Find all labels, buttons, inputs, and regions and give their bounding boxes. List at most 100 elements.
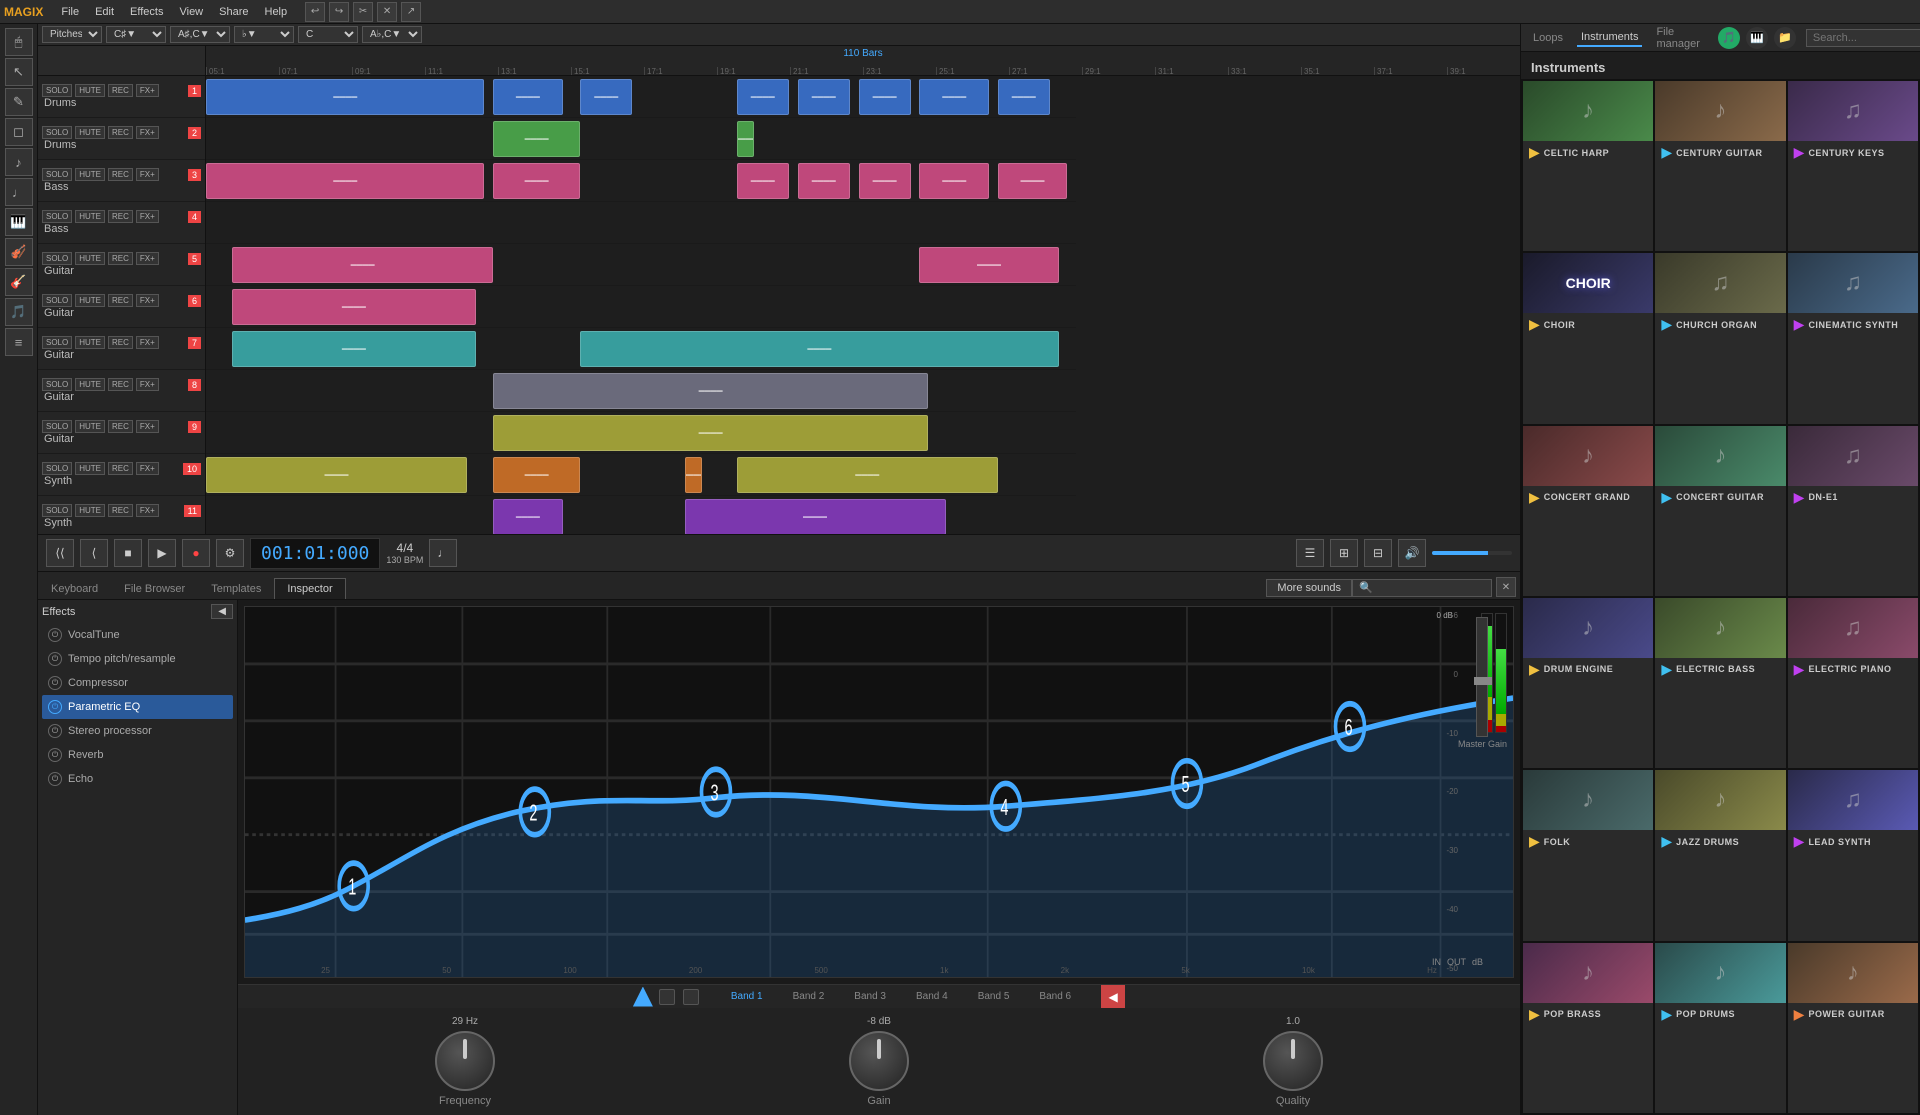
tool-midi[interactable]: ≡ — [5, 328, 33, 356]
tab-file-manager[interactable]: File manager — [1652, 24, 1703, 52]
track-fx+-btn[interactable]: FX+ — [136, 504, 159, 517]
track-fx+-btn[interactable]: FX+ — [136, 462, 159, 475]
track-fx+-btn[interactable]: FX+ — [136, 294, 159, 307]
track-clip-2-0[interactable]: ▬▬▬▬ — [493, 121, 580, 157]
track-clip-6-0[interactable]: ▬▬▬▬ — [232, 289, 476, 325]
track-hute-btn[interactable]: HUTE — [75, 336, 105, 349]
track-clip-1-1[interactable]: ▬▬▬▬ — [493, 79, 563, 115]
menu-file[interactable]: File — [53, 4, 87, 20]
track-solo-btn[interactable]: SOLO — [42, 336, 72, 349]
eq-shape-btn[interactable] — [633, 987, 653, 1007]
menu-help[interactable]: Help — [257, 4, 296, 20]
track-fx+-btn[interactable]: FX+ — [136, 126, 159, 139]
instruments-icon[interactable]: 🎹 — [1746, 27, 1768, 49]
track-hute-btn[interactable]: HUTE — [75, 378, 105, 391]
bottom-search-input[interactable] — [1352, 579, 1492, 597]
track-rec-btn[interactable]: REC — [108, 378, 133, 391]
track-fx+-btn[interactable]: FX+ — [136, 84, 159, 97]
fx-power-icon[interactable]: ⏻ — [48, 724, 62, 738]
track-clip-7-1[interactable]: ▬▬▬▬ — [580, 331, 1059, 367]
band2-label[interactable]: Band 2 — [793, 991, 825, 1002]
tab-loops[interactable]: Loops — [1529, 30, 1567, 46]
instrument-card-electric-piano[interactable]: ♫▶ELECTRIC PIANO — [1788, 598, 1918, 768]
track-solo-btn[interactable]: SOLO — [42, 504, 72, 517]
track-fx+-btn[interactable]: FX+ — [136, 168, 159, 181]
quality-knob[interactable] — [1263, 1031, 1323, 1091]
tool-guitar[interactable]: ♪ — [5, 148, 33, 176]
track-clip-3-3[interactable]: ▬▬▬▬ — [798, 163, 850, 199]
track-clip-1-2[interactable]: ▬▬▬▬ — [580, 79, 632, 115]
track-row-11[interactable]: ▬▬▬▬ ▬▬▬▬ — [206, 496, 1076, 534]
track-rec-btn[interactable]: REC — [108, 294, 133, 307]
btn-play[interactable]: ▶ — [148, 539, 176, 567]
track-clip-3-2[interactable]: ▬▬▬▬ — [737, 163, 789, 199]
track-hute-btn[interactable]: HUTE — [75, 168, 105, 181]
tab-instruments[interactable]: Instruments — [1577, 29, 1642, 47]
eq-reset-btn[interactable]: ◀ — [1101, 985, 1125, 1009]
track-row-1[interactable]: ▬▬▬▬▬▬▬▬▬▬▬▬▬▬▬▬▬▬▬▬▬▬▬▬▬▬▬▬▬▬▬▬ — [206, 76, 1076, 118]
track-rec-btn[interactable]: REC — [108, 336, 133, 349]
instrument-card-celtic-harp[interactable]: ♪▶CELTIC HARP — [1523, 81, 1653, 251]
fx-item-stereo-processor[interactable]: ⏻Stereo processor — [42, 719, 233, 743]
track-clip-11-1[interactable]: ▬▬▬▬ — [685, 499, 946, 535]
tool-erase[interactable]: ◻ — [5, 118, 33, 146]
track-solo-btn[interactable]: SOLO — [42, 84, 72, 97]
frequency-knob[interactable] — [435, 1031, 495, 1091]
track-clip-1-6[interactable]: ▬▬▬▬ — [919, 79, 989, 115]
master-gain-track[interactable] — [1476, 617, 1488, 737]
file-manager-icon[interactable]: 📁 — [1774, 27, 1796, 49]
tool-keys[interactable]: 🎹 — [5, 208, 33, 236]
right-search-input[interactable] — [1806, 29, 1920, 47]
key4-select[interactable]: A♭,C▼ — [362, 26, 422, 43]
toolbar-icon-undo[interactable]: ↩ — [305, 2, 325, 22]
track-clip-11-0[interactable]: ▬▬▬▬ — [493, 499, 563, 535]
tool-cursor[interactable]: ↖ — [5, 58, 33, 86]
instrument-card-drum-engine[interactable]: ♪▶DRUM ENGINE — [1523, 598, 1653, 768]
track-hute-btn[interactable]: HUTE — [75, 462, 105, 475]
toolbar-icon-redo[interactable]: ↪ — [329, 2, 349, 22]
track-solo-btn[interactable]: SOLO — [42, 294, 72, 307]
loops-icon[interactable]: 🎵 — [1718, 27, 1740, 49]
tab-keyboard[interactable]: Keyboard — [38, 578, 111, 599]
track-clip-3-5[interactable]: ▬▬▬▬ — [919, 163, 989, 199]
more-sounds-button[interactable]: More sounds — [1266, 579, 1352, 597]
fx-power-icon[interactable]: ⏻ — [48, 700, 62, 714]
track-clip-10-0[interactable]: ▬▬▬▬ — [206, 457, 467, 493]
track-row-8[interactable]: ▬▬▬▬ — [206, 370, 1076, 412]
fx-power-icon[interactable]: ⏻ — [48, 772, 62, 786]
track-hute-btn[interactable]: HUTE — [75, 504, 105, 517]
track-fx+-btn[interactable]: FX+ — [136, 420, 159, 433]
band5-label[interactable]: Band 5 — [978, 991, 1010, 1002]
fx-item-tempo-pitch/resample[interactable]: ⏻Tempo pitch/resample — [42, 647, 233, 671]
instrument-card-cinematic-synth[interactable]: ♫▶CINEMATIC SYNTH — [1788, 253, 1918, 423]
key-select[interactable]: C♯▼ — [106, 26, 166, 43]
instrument-card-concert-grand[interactable]: ♪▶CONCERT GRAND — [1523, 426, 1653, 596]
track-hute-btn[interactable]: HUTE — [75, 420, 105, 433]
btn-snap[interactable]: ⊟ — [1364, 539, 1392, 567]
btn-back[interactable]: ⟨ — [80, 539, 108, 567]
btn-stop[interactable]: ■ — [114, 539, 142, 567]
btn-grid[interactable]: ⊞ — [1330, 539, 1358, 567]
fx-item-compressor[interactable]: ⏻Compressor — [42, 671, 233, 695]
band4-label[interactable]: Band 4 — [916, 991, 948, 1002]
track-hute-btn[interactable]: HUTE — [75, 210, 105, 223]
track-rec-btn[interactable]: REC — [108, 126, 133, 139]
track-clip-7-0[interactable]: ▬▬▬▬ — [232, 331, 476, 367]
toolbar-icon-close[interactable]: ✕ — [377, 2, 397, 22]
instrument-card-century-keys[interactable]: ♫▶CENTURY KEYS — [1788, 81, 1918, 251]
track-row-9[interactable]: ▬▬▬▬ — [206, 412, 1076, 454]
track-clip-1-0[interactable]: ▬▬▬▬ — [206, 79, 484, 115]
btn-record[interactable]: ● — [182, 539, 210, 567]
track-clip-8-0[interactable]: ▬▬▬▬ — [493, 373, 928, 409]
track-solo-btn[interactable]: SOLO — [42, 168, 72, 181]
toolbar-icon-cut[interactable]: ✂ — [353, 2, 373, 22]
instrument-card-church-organ[interactable]: ♫▶CHURCH ORGAN — [1655, 253, 1785, 423]
toolbar-icon-arrow[interactable]: ↗ — [401, 2, 421, 22]
track-row-6[interactable]: ▬▬▬▬ — [206, 286, 1076, 328]
track-clip-3-0[interactable]: ▬▬▬▬ — [206, 163, 484, 199]
band6-label[interactable]: Band 6 — [1039, 991, 1071, 1002]
instrument-card-jazz-drums[interactable]: ♪▶JAZZ DRUMS — [1655, 770, 1785, 940]
instrument-card-century-guitar[interactable]: ♪▶CENTURY GUITAR — [1655, 81, 1785, 251]
track-clip-1-5[interactable]: ▬▬▬▬ — [859, 79, 911, 115]
track-solo-btn[interactable]: SOLO — [42, 378, 72, 391]
